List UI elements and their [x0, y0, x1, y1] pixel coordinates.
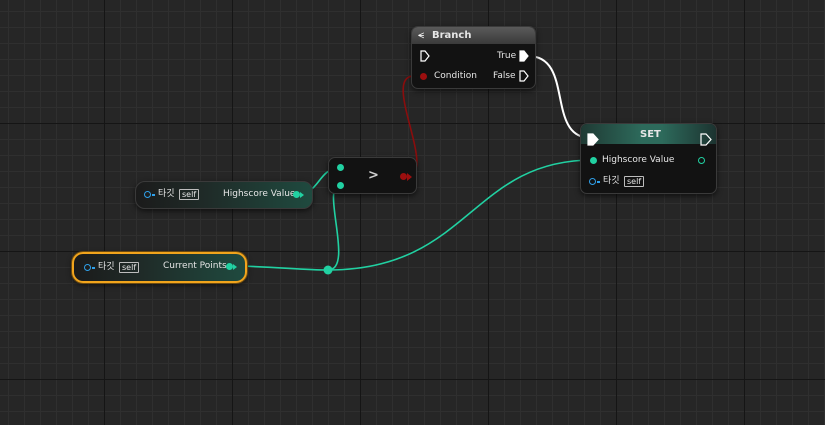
current-points-getter-node[interactable]: 타깃 self Current Points [72, 252, 247, 283]
set-value-in-pin[interactable] [590, 157, 597, 164]
set-node[interactable]: SET Highscore Value 타깃 self [580, 123, 717, 194]
reroute-knot[interactable] [323, 265, 333, 275]
branch-node-header[interactable] [412, 27, 535, 44]
highscore-getter-target-pin-tail [152, 194, 155, 196]
points-getter-output-pin[interactable] [226, 263, 233, 270]
set-exec-out-pin[interactable] [700, 133, 712, 146]
highscore-getter-value-label: Highscore Value [223, 189, 296, 199]
branch-true-label: True [497, 51, 517, 61]
compare-greater-node[interactable]: > [328, 157, 417, 194]
highscore-value-getter-node[interactable]: 타깃 self Highscore Value [135, 181, 313, 209]
compare-output-arrow-icon [407, 173, 412, 181]
set-exec-in-pin[interactable] [587, 133, 599, 146]
compare-output-pin[interactable] [400, 173, 407, 180]
points-getter-target-label: 타깃 [98, 262, 115, 272]
points-getter-output-arrow-icon [233, 264, 237, 270]
highscore-getter-self-field[interactable]: self [179, 189, 200, 200]
set-target-pin-tail [597, 181, 600, 183]
branch-condition-pin[interactable] [420, 73, 427, 80]
points-getter-self-field[interactable]: self [119, 262, 140, 273]
highscore-getter-output-arrow-icon [300, 192, 304, 198]
points-getter-value-label: Current Points [163, 261, 227, 271]
branch-false-pin[interactable] [519, 70, 529, 82]
set-target-pin[interactable] [589, 178, 596, 185]
highscore-getter-target-label: 타깃 [158, 189, 175, 199]
branch-true-pin[interactable] [519, 50, 529, 62]
compare-input-a-pin[interactable] [337, 164, 344, 171]
branch-false-label: False [493, 71, 516, 81]
branch-node[interactable]: ⪪ Branch True Condition False [411, 26, 536, 89]
set-title: SET [640, 129, 661, 140]
highscore-getter-output-pin[interactable] [293, 191, 300, 198]
branch-exec-in-pin[interactable] [420, 50, 430, 62]
set-value-out-pin[interactable] [698, 157, 705, 164]
points-getter-target-pin-tail [92, 267, 95, 269]
points-getter-target-pin[interactable] [84, 264, 91, 271]
compare-operator: > [368, 168, 379, 183]
branch-title: Branch [432, 30, 472, 41]
highscore-getter-target-pin[interactable] [144, 191, 151, 198]
branch-condition-label: Condition [434, 71, 477, 81]
wire-knot-to-compare[interactable] [327, 184, 341, 271]
set-target-self-field[interactable]: self [624, 176, 645, 187]
set-target-label: 타깃 [603, 176, 620, 186]
branch-icon: ⪪ [418, 28, 425, 41]
compare-input-b-pin[interactable] [337, 182, 344, 189]
set-value-label: Highscore Value [602, 155, 675, 165]
